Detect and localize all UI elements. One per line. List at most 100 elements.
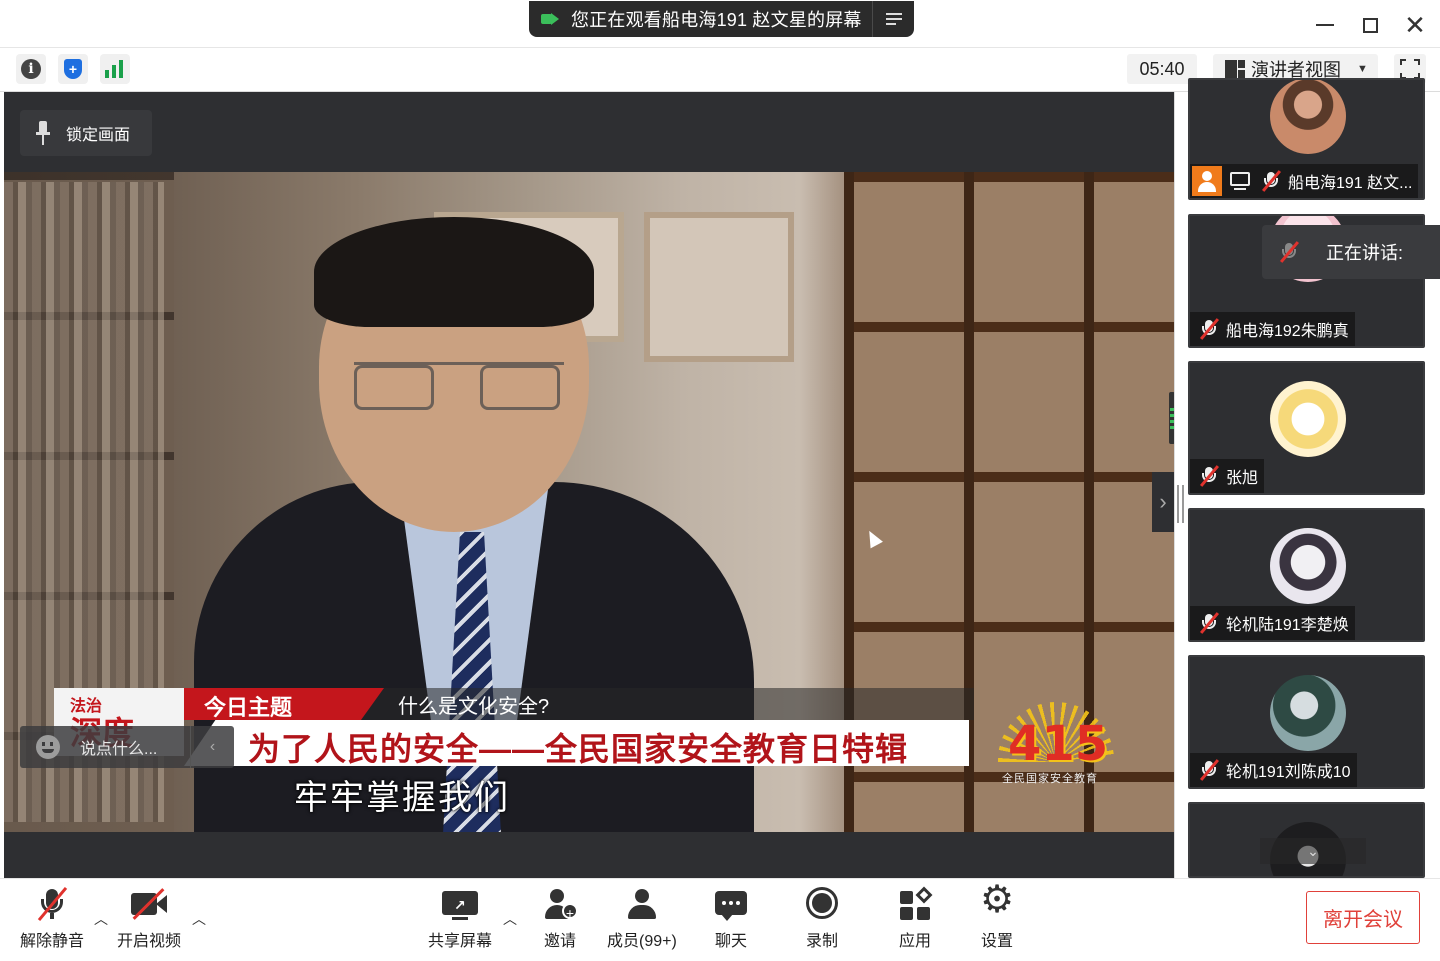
maximize-icon — [1362, 17, 1378, 33]
participant-tile[interactable]: ⌄ — [1188, 802, 1425, 878]
chat-input-bubble[interactable]: 说点什么... ‹ — [20, 726, 234, 768]
event-badge-subtitle: 全民国家安全教育 — [1002, 773, 1098, 785]
participant-name: 轮机191刘陈成10 — [1226, 764, 1351, 781]
unmute-label: 解除静音 — [20, 933, 85, 950]
start-video-button[interactable]: 开启视频 — [117, 887, 181, 951]
expand-panel-button[interactable]: › — [1152, 472, 1174, 532]
share-menu-button[interactable] — [872, 1, 914, 37]
title-bar: 您正在观看船电海191 赵文星的屏幕 ✕ — [0, 0, 1440, 48]
speaker-view-icon — [1225, 60, 1245, 78]
start-video-label: 开启视频 — [117, 933, 182, 950]
mic-muted-icon — [1278, 241, 1300, 263]
settings-label: 设置 — [980, 933, 1013, 950]
settings-button[interactable]: ⚙ 设置 — [977, 879, 1017, 951]
bottom-control-bar: 解除静音 ︿ 开启视频 ︿ ↗ 共享屏幕 ︿ + 邀请 成员(99+) 聊天 录… — [0, 878, 1440, 961]
signal-bars-icon — [105, 60, 125, 78]
pin-icon — [36, 121, 50, 145]
meeting-info-button[interactable]: i — [16, 54, 46, 84]
participant-namebar: 轮机陆191李楚焕 — [1190, 606, 1355, 640]
video-camera-icon — [541, 12, 559, 26]
participant-namebar: 船电海192朱鹏真 — [1190, 312, 1355, 346]
security-button[interactable]: + — [58, 54, 88, 84]
participant-name: 张旭 — [1226, 470, 1259, 487]
audio-options-caret[interactable]: ︿ — [94, 909, 108, 929]
lock-view-button[interactable]: 锁定画面 — [20, 110, 152, 156]
video-subtitle: 牢牢掌握我们 — [294, 779, 510, 817]
share-options-caret[interactable]: ︿ — [503, 909, 517, 929]
minimize-icon — [1316, 24, 1334, 26]
share-screen-button[interactable]: ↗ 共享屏幕 — [428, 887, 492, 951]
chevron-up-icon: ︿ — [192, 911, 206, 927]
gear-icon: ⚙ — [980, 879, 1015, 921]
apps-icon — [895, 886, 935, 923]
network-status-button[interactable] — [100, 54, 130, 84]
chat-icon — [711, 887, 751, 923]
maximize-button[interactable] — [1355, 10, 1385, 40]
record-button[interactable]: 录制 — [802, 887, 842, 951]
mic-muted-icon — [1198, 759, 1220, 781]
participant-tile[interactable]: 轮机陆191李楚焕 — [1188, 508, 1425, 642]
event-badge-number: 415 — [1008, 716, 1109, 772]
leave-meeting-button[interactable]: 离开会议 — [1306, 891, 1420, 944]
info-icon: i — [21, 59, 41, 79]
video-options-caret[interactable]: ︿ — [192, 909, 206, 929]
invite-label: 邀请 — [543, 933, 576, 950]
meeting-window: 您正在观看船电海191 赵文星的屏幕 ✕ i + 05:40 演讲者视图 ▼ 锁… — [0, 0, 1440, 961]
apps-button[interactable]: 应用 — [895, 886, 935, 951]
chat-label: 聊天 — [714, 933, 747, 950]
chevron-up-icon: ︿ — [503, 911, 517, 927]
emoji-icon[interactable] — [36, 735, 60, 759]
active-speaker-indicator: 正在讲话: — [1262, 225, 1440, 279]
close-icon: ✕ — [1404, 10, 1426, 40]
avatar — [1270, 381, 1346, 457]
fullscreen-icon — [1400, 59, 1420, 79]
speaking-label: 正在讲话: — [1326, 243, 1404, 263]
participant-namebar: 张旭 — [1190, 459, 1265, 493]
avatar — [1270, 675, 1346, 751]
mic-muted-icon — [1260, 170, 1282, 192]
mic-muted-icon — [1198, 318, 1220, 340]
chevron-right-icon: › — [1159, 489, 1167, 514]
chat-collapse-button[interactable]: ‹ — [190, 726, 234, 768]
members-button[interactable]: 成员(99+) — [607, 887, 677, 951]
record-label: 录制 — [805, 933, 838, 950]
unmute-button[interactable]: 解除静音 — [20, 886, 85, 951]
participant-name: 船电海192朱鹏真 — [1226, 323, 1349, 340]
meeting-timer: 05:40 — [1127, 54, 1197, 84]
record-icon — [802, 887, 842, 923]
video-off-icon — [129, 887, 169, 923]
host-icon — [1192, 166, 1222, 196]
participant-tile[interactable]: 轮机191刘陈成10 — [1188, 655, 1425, 789]
participant-name: 船电海191 赵文... — [1288, 175, 1413, 192]
screen-share-icon — [1228, 170, 1252, 192]
panel-resize-handle[interactable] — [1177, 485, 1185, 523]
share-screen-label: 共享屏幕 — [428, 933, 493, 950]
members-icon — [622, 887, 662, 923]
participant-namebar: 轮机191刘陈成10 — [1190, 753, 1357, 787]
shared-screen-area: 锁定画面 今日主题 什么是文化安全? 法治 深度 为了 — [4, 92, 1175, 878]
menu-icon — [885, 13, 902, 25]
scroll-down-button[interactable]: ⌄ — [1260, 838, 1366, 864]
caption-headline: 为了人民的安全——全民国家安全教育日特辑 — [248, 731, 909, 767]
chat-button[interactable]: 聊天 — [711, 887, 751, 951]
share-notice-text: 您正在观看船电海191 赵文星的屏幕 — [571, 10, 862, 30]
participant-name: 轮机陆191李楚焕 — [1226, 617, 1349, 634]
shield-icon: + — [64, 59, 82, 79]
share-screen-icon: ↗ — [440, 887, 480, 923]
caption-topic-tag: 今日主题 — [204, 695, 293, 720]
lock-view-label: 锁定画面 — [66, 127, 131, 144]
close-button[interactable]: ✕ — [1400, 10, 1430, 40]
chevron-up-icon: ︿ — [94, 911, 108, 927]
screen-share-notice[interactable]: 您正在观看船电海191 赵文星的屏幕 — [529, 1, 914, 37]
minimize-button[interactable] — [1310, 10, 1340, 40]
chevron-down-icon: ▼ — [1357, 63, 1368, 75]
mic-muted-icon — [32, 886, 72, 923]
participant-namebar: 船电海191 赵文... — [1190, 164, 1419, 198]
invite-button[interactable]: + 邀请 — [540, 887, 580, 951]
participant-tile[interactable]: 船电海191 赵文... — [1188, 78, 1425, 200]
chat-input-placeholder[interactable]: 说点什么... — [80, 735, 157, 759]
chevron-left-icon: ‹ — [209, 738, 216, 755]
participant-tile[interactable]: 张旭 — [1188, 361, 1425, 495]
apps-label: 应用 — [898, 933, 931, 950]
add-user-icon: + — [540, 887, 580, 923]
